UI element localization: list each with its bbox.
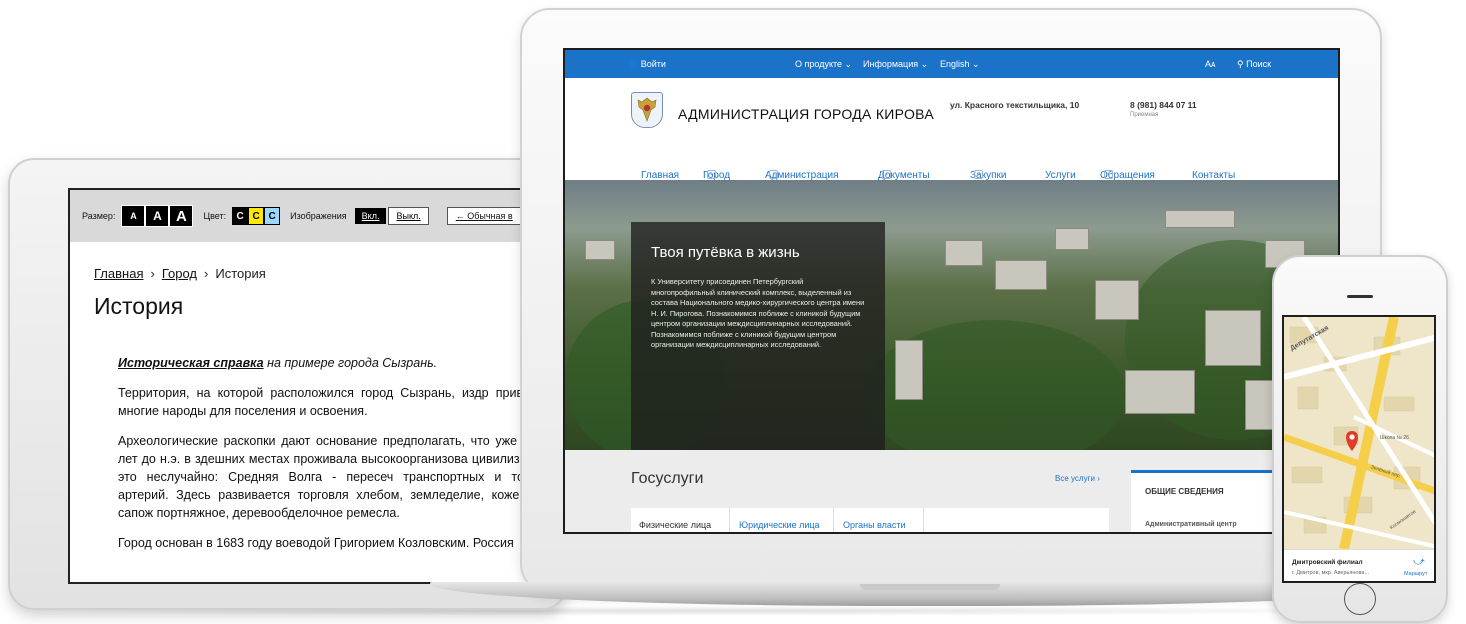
site-header: АДМИНИСТРАЦИЯ ГОРОДА КИРОВА ул. Красного… [565, 78, 1338, 148]
search-icon: ⚲ [1237, 59, 1244, 69]
phone-screen: Депутатская Школа № 26 Зелёный пер. Косм… [1282, 315, 1436, 583]
address: ул. Красного текстильщика, 10 [950, 100, 1080, 110]
phone-number[interactable]: 8 (981) 844 07 11 [1130, 100, 1197, 110]
gosuslugi-title: Госуслуги [631, 470, 704, 487]
phone-caption: Приемная [1130, 112, 1159, 118]
hero-title[interactable]: Твоя путёвка в жизнь [651, 244, 865, 261]
images-label: Изображения [290, 211, 347, 221]
language-dropdown[interactable]: English ⌄ [940, 59, 980, 70]
color-blue-button[interactable]: C [264, 207, 281, 225]
images-on-button[interactable]: Вкл. [354, 208, 387, 224]
lead-rest: на примере города Сызрань. [263, 356, 438, 370]
chevron-down-icon: ⌄ [882, 170, 891, 179]
all-services-link[interactable]: Все услуги › [1055, 474, 1100, 483]
color-label: Цвет: [203, 211, 227, 221]
hero-caption-panel: Твоя путёвка в жизнь К Университету прис… [631, 222, 885, 450]
login-link[interactable]: 👤 Войти [627, 59, 666, 70]
hero-text: К Университету присоединен Петербургский… [651, 277, 865, 349]
login-label: Войти [640, 59, 666, 69]
laptop-screen: 👤 Войти О продукте ⌄ Информация ⌄ Englis… [563, 48, 1340, 534]
top-bar: 👤 Войти О продукте ⌄ Информация ⌄ Englis… [565, 50, 1338, 78]
coat-of-arms-icon[interactable] [631, 92, 663, 128]
tablet-device: Размер: A A A Цвет: C C C Изображения Вк… [8, 158, 568, 610]
nav-info-dropdown[interactable]: Информация ⌄ [863, 59, 928, 70]
accessibility-bar: Размер: A A A Цвет: C C C Изображения Вк… [70, 190, 546, 242]
tab-individuals[interactable]: Физические лица [639, 520, 711, 530]
lead-paragraph: Историческая справка на примере города С… [118, 354, 546, 372]
chevron-down-icon: ⌄ [769, 170, 778, 179]
tablet-content: Главная › Город › История История Историческ… [70, 242, 546, 552]
size-label: Размер: [82, 211, 116, 221]
paragraph: Археологические раскопки дают основание … [118, 434, 548, 520]
breadcrumb: Главная › Город › История [94, 266, 522, 281]
tab-authorities[interactable]: Органы власти [843, 520, 906, 530]
breadcrumb-separator: › [204, 266, 209, 281]
lead-highlight-link[interactable]: Историческая справка [118, 356, 264, 370]
page-title: История [94, 293, 184, 319]
breadcrumb-city-link[interactable]: Город [162, 266, 197, 281]
font-size-large-button[interactable]: A [169, 205, 194, 227]
map-label: Школа № 26 [1380, 435, 1409, 441]
main-nav: Главная Город ⌄ Администрация ⌄ Документы ⌄… [565, 148, 1338, 181]
font-size-medium-button[interactable]: A [145, 205, 170, 227]
phone-speaker [1347, 295, 1373, 298]
chevron-down-icon: ⌄ [707, 170, 716, 179]
font-size-small-button[interactable]: A [121, 205, 146, 227]
breadcrumb-home-link[interactable]: Главная [94, 266, 143, 281]
admin-center-label: Административный центр [1145, 521, 1237, 528]
route-button[interactable]: Маршрут [1404, 571, 1427, 577]
search-button[interactable]: ⚲ Поиск [1237, 59, 1271, 70]
chevron-down-icon: ⌄ [1104, 170, 1113, 179]
normal-version-button[interactable]: ← Обычная в [446, 207, 522, 225]
images-off-button[interactable]: Выкл. [388, 207, 429, 225]
breadcrumb-separator: › [150, 266, 155, 281]
location-card[interactable]: Дмитровский филиал г. Дмитров, мкр. Авер… [1284, 549, 1434, 581]
org-name[interactable]: АДМИНИСТРАЦИЯ ГОРОДА КИРОВА [678, 106, 934, 122]
location-address: г. Дмитров, мкр. Аверьянова... [1292, 570, 1369, 576]
services-tabs: Физические лица Юридические лица Органы … [631, 508, 1109, 532]
gosuslugi-section: Госуслуги Все услуги › Физические лица Ю… [565, 450, 1338, 532]
general-info-title: ОБЩИЕ СВЕДЕНИЯ [1145, 487, 1224, 496]
nav-about-dropdown[interactable]: О продукте ⌄ [795, 59, 852, 70]
tablet-screen: Размер: A A A Цвет: C C C Изображения Вк… [68, 188, 548, 584]
home-button[interactable] [1344, 583, 1376, 615]
color-black-button[interactable]: C [232, 207, 249, 225]
article-body: Историческая справка на примере города С… [94, 354, 548, 552]
paragraph: Город основан в 1683 году воеводой Григо… [118, 536, 514, 550]
paragraph: Территория, на которой расположился горо… [118, 386, 548, 418]
breadcrumb-current: История [215, 266, 266, 281]
color-yellow-button[interactable]: C [248, 207, 265, 225]
laptop-notch [860, 584, 1000, 590]
font-size-toggle[interactable]: Aᴀ [1205, 59, 1215, 69]
tab-legal-entities[interactable]: Юридические лица [739, 520, 820, 530]
search-label: Поиск [1246, 59, 1272, 69]
route-icon[interactable]: ⤻ [1412, 556, 1426, 568]
hero-banner[interactable]: Твоя путёвка в жизнь К Университету прис… [565, 180, 1338, 450]
location-title: Дмитровский филиал [1292, 559, 1363, 566]
chevron-down-icon: ⌄ [974, 170, 983, 179]
